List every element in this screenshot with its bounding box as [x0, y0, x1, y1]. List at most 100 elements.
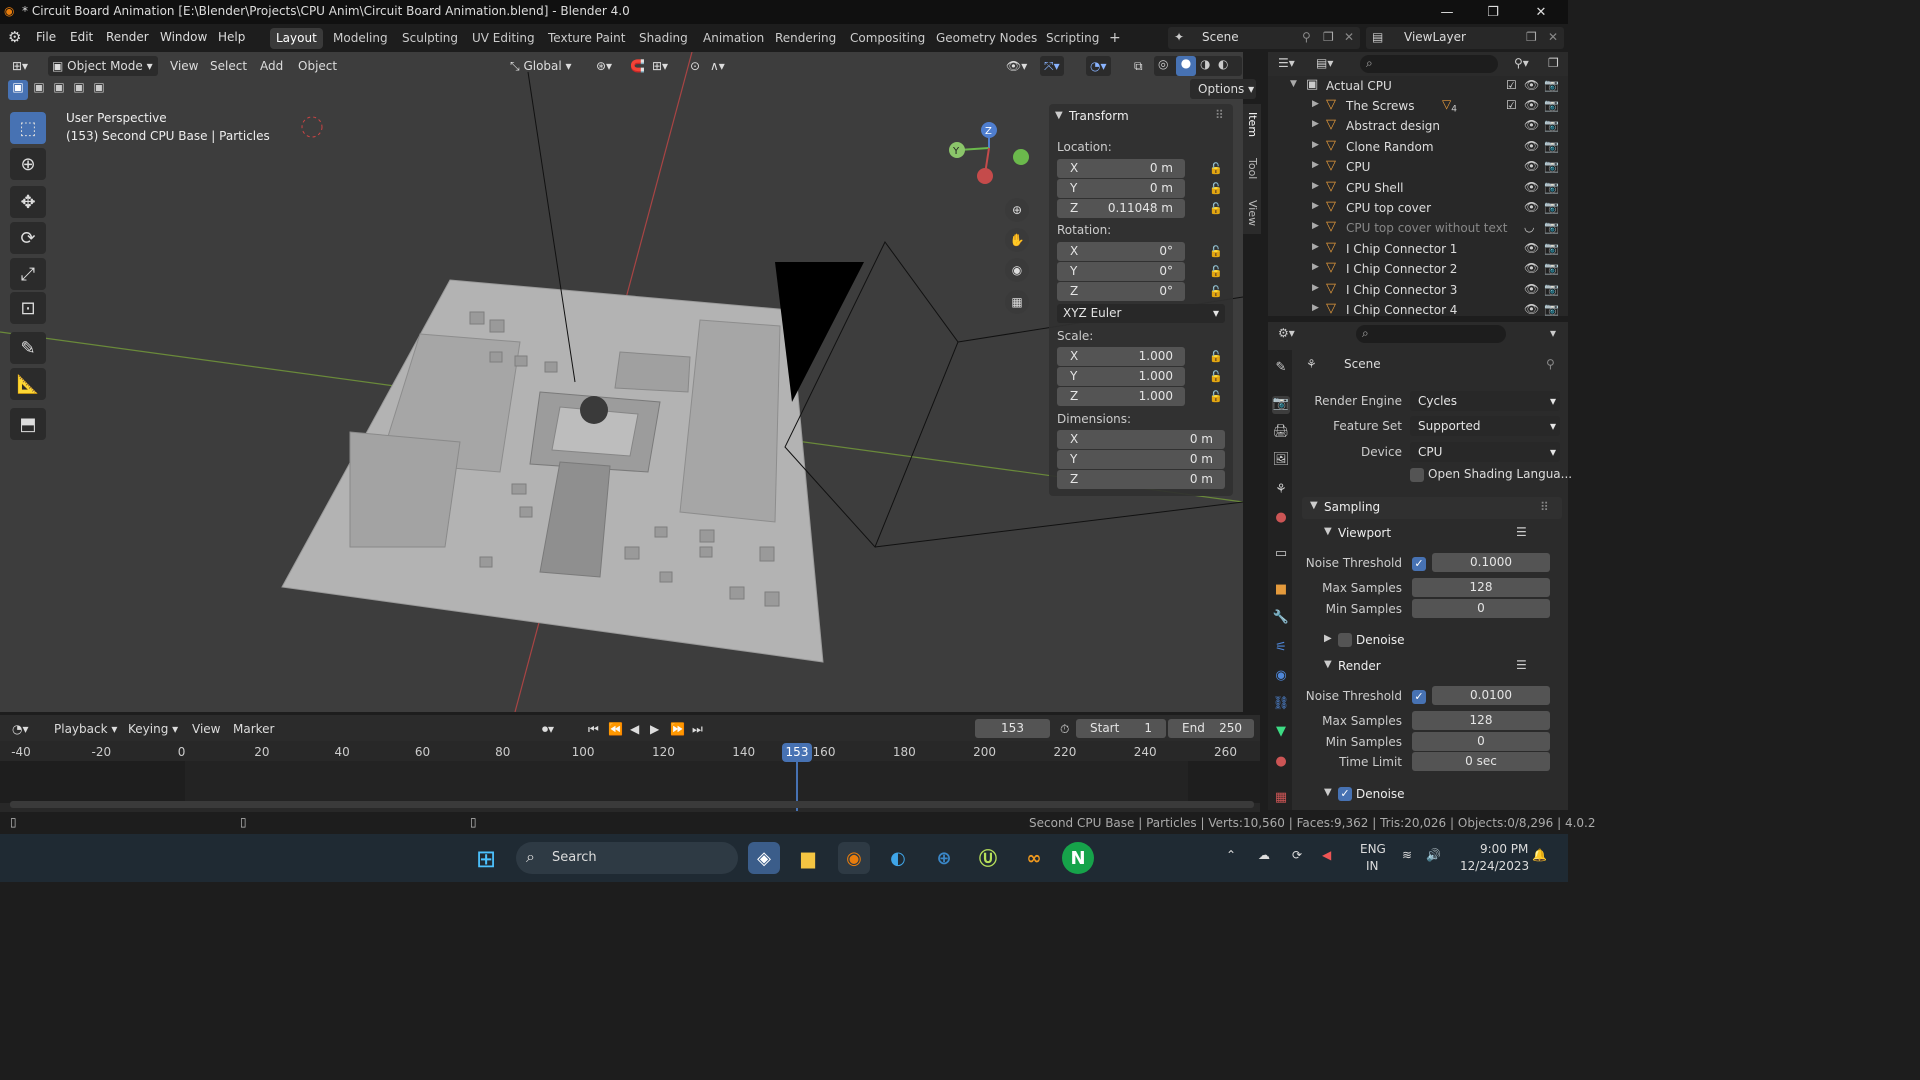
new-viewlayer-icon[interactable]: ❐: [1526, 30, 1537, 44]
camera-icon[interactable]: 📷: [1544, 98, 1559, 112]
camera-icon[interactable]: 📷: [1544, 241, 1559, 255]
tab-compositing[interactable]: Compositing: [844, 28, 931, 49]
camera-icon[interactable]: 📷: [1544, 200, 1559, 214]
viewport-subpanel-header[interactable]: ▼ Viewport ☰: [1312, 523, 1562, 543]
drag-handle-icon[interactable]: ⠿: [1215, 108, 1224, 122]
notification-app-icon[interactable]: ◀: [1322, 848, 1331, 862]
cursor-tool[interactable]: ⊕: [10, 148, 46, 180]
checkbox-icon[interactable]: ☑: [1506, 78, 1517, 92]
menu-help[interactable]: Help: [218, 30, 245, 44]
eye-icon[interactable]: 👁: [1524, 302, 1539, 316]
eye-icon[interactable]: 👁: [1524, 282, 1539, 296]
chevron-up-icon[interactable]: ⌃: [1226, 848, 1236, 862]
collapse-chevron-icon[interactable]: ▼: [1055, 110, 1063, 121]
material-shading-icon[interactable]: ◑: [1200, 57, 1210, 71]
eye-icon[interactable]: 👁: [1524, 118, 1539, 132]
scene-selector[interactable]: ✦ Scene ⚲ ❐ ✕: [1168, 27, 1360, 49]
app-icon-n[interactable]: N: [1062, 842, 1094, 874]
tab-view[interactable]: View: [1245, 200, 1259, 226]
add-workspace-button[interactable]: +: [1103, 28, 1127, 49]
eye-icon[interactable]: 👁: [1524, 200, 1539, 214]
tab-scripting[interactable]: Scripting: [1040, 28, 1105, 49]
render-noise-threshold-checkbox[interactable]: ✓: [1412, 690, 1426, 704]
tab-uv-editing[interactable]: UV Editing: [466, 28, 541, 49]
menu-marker[interactable]: Marker: [229, 719, 278, 739]
expand-icon[interactable]: ▶: [1312, 303, 1319, 313]
expand-icon[interactable]: ▶: [1312, 181, 1319, 191]
rotation-y-field[interactable]: Y 0°: [1057, 262, 1185, 281]
editor-type-icon[interactable]: ☰▾: [1278, 56, 1295, 70]
scene-tab-icon[interactable]: ⚘: [1272, 482, 1290, 500]
eye-icon[interactable]: 👁: [1524, 180, 1539, 194]
remove-scene-icon[interactable]: ✕: [1344, 30, 1354, 44]
outliner-search-input[interactable]: ⌕: [1360, 55, 1498, 73]
current-frame-field[interactable]: 153: [975, 719, 1050, 738]
end-frame-field[interactable]: End 250: [1168, 719, 1254, 738]
list-item[interactable]: ▶ ▽ The Screws 👁 📷 ▽4 ☑: [1268, 96, 1568, 116]
location-y-field[interactable]: Y 0 m: [1057, 179, 1185, 198]
expand-icon[interactable]: ▶: [1312, 221, 1319, 231]
snap-target-icon[interactable]: ⊞▾: [648, 56, 672, 76]
menu-select[interactable]: Select: [206, 56, 251, 76]
particles-tab-icon[interactable]: ⚟: [1272, 640, 1290, 658]
expand-icon[interactable]: ▶: [1312, 160, 1319, 170]
eye-icon[interactable]: ◡: [1524, 220, 1534, 234]
list-item[interactable]: ▶ ▽ CPU top cover 👁 📷: [1268, 198, 1568, 218]
clock-date[interactable]: 12/24/2023: [1460, 859, 1529, 873]
properties-search-input[interactable]: ⌕: [1356, 325, 1506, 343]
eye-icon[interactable]: 👁: [1524, 78, 1539, 92]
render-noise-threshold-field[interactable]: 0.0100: [1432, 686, 1550, 705]
scale-y-field[interactable]: Y 1.000: [1057, 367, 1185, 386]
overlay-toggle-icon[interactable]: ◔▾: [1086, 56, 1111, 76]
menu-object[interactable]: Object: [294, 56, 341, 76]
list-item[interactable]: ▶ ▽ I Chip Connector 3 👁 📷: [1268, 280, 1568, 300]
editor-type-icon[interactable]: ⚙▾: [1278, 326, 1295, 340]
notifications-bell-icon[interactable]: 🔔: [1532, 848, 1547, 862]
minimize-button[interactable]: —: [1424, 0, 1470, 24]
camera-icon[interactable]: 📷: [1544, 302, 1559, 316]
playhead-frame-badge[interactable]: 153: [782, 743, 812, 762]
physics-tab-icon[interactable]: ◉: [1272, 668, 1290, 686]
render-denoise-header[interactable]: ▼ ✓ Denoise: [1312, 784, 1562, 804]
presets-list-icon[interactable]: ☰: [1516, 525, 1527, 539]
select-intersect-icon[interactable]: ▣: [90, 80, 108, 94]
eye-icon[interactable]: 👁: [1524, 261, 1539, 275]
list-item[interactable]: ▶ ▽ I Chip Connector 1 👁 📷: [1268, 239, 1568, 259]
collection-tab-icon[interactable]: ▭: [1272, 546, 1290, 564]
expand-icon[interactable]: ▼: [1290, 79, 1297, 89]
transform-header[interactable]: Transform: [1069, 109, 1129, 123]
xray-icon[interactable]: ⧉: [1130, 56, 1147, 76]
modifier-tab-icon[interactable]: 🔧: [1272, 610, 1290, 628]
list-item[interactable]: ▼ ▣ Actual CPU ☑ 👁 📷: [1268, 76, 1568, 96]
camera-icon[interactable]: 📷: [1544, 180, 1559, 194]
camera-icon[interactable]: 📷: [1544, 282, 1559, 296]
windows-start-icon[interactable]: ⊞: [476, 845, 496, 873]
camera-icon[interactable]: 📷: [1544, 118, 1559, 132]
maximize-button[interactable]: ❐: [1470, 0, 1516, 24]
scale-z-field[interactable]: Z 1.000: [1057, 387, 1185, 406]
jump-end-icon[interactable]: ⏭: [688, 719, 707, 739]
noise-threshold-checkbox[interactable]: ✓: [1412, 557, 1426, 571]
sync-icon[interactable]: ⟳: [1292, 848, 1302, 862]
eye-icon[interactable]: 👁: [1524, 139, 1539, 153]
pin-icon[interactable]: ⚲: [1302, 30, 1311, 44]
viewport-min-samples-field[interactable]: 0: [1412, 599, 1550, 618]
list-item[interactable]: ▶ ▽ CPU 👁 📷: [1268, 157, 1568, 177]
rotation-x-field[interactable]: X 0°: [1057, 242, 1185, 261]
list-item[interactable]: ▶ ▽ CPU top cover without text ◡ 📷: [1268, 218, 1568, 238]
blender-menu-icon[interactable]: ⚙: [8, 28, 21, 46]
lock-icon[interactable]: 🔓: [1209, 370, 1223, 383]
menu-view[interactable]: View: [188, 719, 224, 739]
scale-tool[interactable]: ⤢: [10, 258, 46, 290]
data-tab-icon[interactable]: ▼: [1272, 724, 1290, 742]
new-collection-icon[interactable]: ❐: [1548, 56, 1559, 70]
store-app-icon[interactable]: ◈: [748, 842, 780, 874]
list-item[interactable]: ▶ ▽ I Chip Connector 4 👁 📷: [1268, 300, 1568, 320]
scale-x-field[interactable]: X 1.000: [1057, 347, 1185, 366]
edge-browser-icon[interactable]: ◐: [882, 842, 914, 874]
lock-icon[interactable]: 🔓: [1209, 162, 1223, 175]
viewport-max-samples-field[interactable]: 128: [1412, 578, 1550, 597]
menu-file[interactable]: File: [36, 30, 56, 44]
play-reverse-icon[interactable]: ◀: [626, 719, 643, 739]
editor-type-icon[interactable]: ⊞▾: [8, 56, 32, 76]
